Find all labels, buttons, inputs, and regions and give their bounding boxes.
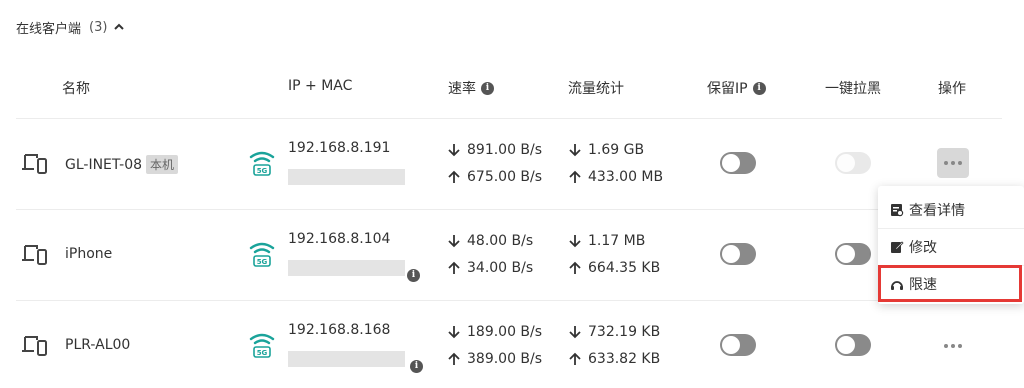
arrow-down-icon bbox=[569, 235, 581, 248]
reserve-ip-toggle[interactable] bbox=[720, 152, 756, 174]
arrow-up-icon bbox=[448, 170, 460, 183]
edit-icon bbox=[891, 241, 904, 253]
col-reserve-ip: 保留IP i bbox=[707, 78, 766, 98]
arrow-up-icon bbox=[569, 261, 581, 274]
mac-info[interactable]: i bbox=[410, 353, 423, 373]
more-icon bbox=[944, 161, 962, 165]
upload-traffic: 664.35 KB bbox=[568, 260, 660, 276]
col-actions: 操作 bbox=[938, 81, 966, 97]
arrow-up-icon bbox=[448, 261, 460, 274]
download-traffic: 1.69 GB bbox=[568, 142, 644, 158]
ip-address: 192.168.8.168 bbox=[288, 322, 391, 338]
info-icon[interactable]: i bbox=[481, 81, 494, 95]
block-toggle[interactable] bbox=[835, 243, 871, 265]
device-icon bbox=[22, 245, 47, 265]
section-title: 在线客户端 bbox=[16, 21, 82, 37]
info-icon[interactable]: i bbox=[410, 359, 423, 373]
upload-traffic: 633.82 KB bbox=[568, 351, 660, 367]
col-name: 名称 bbox=[62, 81, 90, 97]
reserve-ip-toggle[interactable] bbox=[720, 243, 756, 265]
device-icon bbox=[22, 336, 47, 356]
mac-address-redacted bbox=[288, 260, 405, 276]
upload-rate: 389.00 B/s bbox=[447, 351, 542, 367]
arrow-up-icon bbox=[448, 352, 460, 365]
client-count: (3) bbox=[89, 19, 108, 35]
device-name-text: PLR-AL00 bbox=[65, 337, 131, 353]
col-block: 一键拉黑 bbox=[825, 81, 881, 97]
device-name: iPhone bbox=[65, 246, 112, 262]
more-icon bbox=[944, 344, 962, 348]
device-name: GL-INET-08 本机 bbox=[65, 155, 179, 174]
more-actions-button[interactable] bbox=[937, 148, 969, 178]
mac-info[interactable]: i bbox=[407, 262, 420, 282]
info-icon[interactable]: i bbox=[752, 81, 766, 95]
menu-item-edit[interactable]: 修改 bbox=[878, 229, 1024, 265]
client-row: PLR-AL00 5G 192.168.8.168 i 189.00 B/s 3… bbox=[0, 301, 1024, 388]
block-toggle[interactable] bbox=[835, 334, 871, 356]
download-traffic: 1.17 MB bbox=[568, 233, 645, 249]
more-actions-button[interactable] bbox=[937, 331, 969, 361]
upload-traffic-value: 633.82 KB bbox=[588, 351, 661, 367]
device-icon bbox=[22, 154, 47, 174]
download-traffic-value: 1.17 MB bbox=[588, 233, 646, 249]
upload-traffic-value: 664.35 KB bbox=[588, 260, 661, 276]
client-row: GL-INET-08 本机 5G 192.168.8.191 891.00 B/… bbox=[0, 119, 1024, 209]
download-rate: 891.00 B/s bbox=[447, 142, 542, 158]
highlight-box bbox=[878, 265, 1022, 302]
arrow-down-icon bbox=[448, 235, 460, 248]
band-label: 5G bbox=[257, 258, 268, 266]
menu-item-label: 修改 bbox=[909, 240, 937, 256]
info-icon[interactable]: i bbox=[407, 268, 420, 282]
reserve-ip-toggle[interactable] bbox=[720, 334, 756, 356]
download-rate-value: 891.00 B/s bbox=[467, 142, 543, 158]
upload-rate-value: 34.00 B/s bbox=[467, 260, 534, 276]
mac-address-redacted bbox=[288, 169, 405, 185]
col-traffic: 流量统计 bbox=[568, 81, 624, 97]
download-rate-value: 48.00 B/s bbox=[467, 233, 534, 249]
arrow-down-icon bbox=[569, 144, 581, 157]
local-device-badge: 本机 bbox=[146, 155, 179, 174]
details-icon bbox=[891, 204, 904, 217]
download-rate-value: 189.00 B/s bbox=[467, 324, 543, 340]
arrow-down-icon bbox=[448, 144, 460, 157]
col-rate: 速率 i bbox=[448, 78, 494, 98]
arrow-down-icon bbox=[448, 326, 460, 339]
download-rate: 189.00 B/s bbox=[447, 324, 542, 340]
device-name: PLR-AL00 bbox=[65, 337, 130, 353]
arrow-down-icon bbox=[569, 326, 581, 339]
chevron-up-icon[interactable] bbox=[113, 21, 125, 33]
col-reserve-ip-label: 保留IP bbox=[707, 81, 748, 97]
download-traffic-value: 1.69 GB bbox=[588, 142, 645, 158]
mac-address-redacted bbox=[288, 351, 405, 367]
device-name-text: iPhone bbox=[65, 246, 113, 262]
arrow-up-icon bbox=[569, 170, 581, 183]
band-label: 5G bbox=[257, 349, 268, 357]
download-traffic-value: 732.19 KB bbox=[588, 324, 661, 340]
ip-address: 192.168.8.191 bbox=[288, 140, 391, 156]
upload-traffic-value: 433.00 MB bbox=[588, 169, 664, 185]
arrow-up-icon bbox=[569, 352, 581, 365]
col-ip-mac: IP + MAC bbox=[288, 78, 353, 94]
ip-address: 192.168.8.104 bbox=[288, 231, 391, 247]
download-rate: 48.00 B/s bbox=[447, 233, 533, 249]
wifi-5g-icon: 5G bbox=[249, 333, 275, 358]
online-clients-header[interactable]: 在线客户端 (3) bbox=[16, 17, 125, 37]
block-toggle bbox=[835, 152, 871, 174]
wifi-5g-icon: 5G bbox=[249, 151, 275, 176]
device-name-text: GL-INET-08 bbox=[65, 156, 143, 173]
upload-rate-value: 389.00 B/s bbox=[467, 351, 543, 367]
wifi-5g-icon: 5G bbox=[249, 242, 275, 267]
menu-item-label: 查看详情 bbox=[909, 203, 965, 219]
client-row: iPhone 5G 192.168.8.104 i 48.00 B/s 34.0… bbox=[0, 210, 1024, 300]
upload-rate: 675.00 B/s bbox=[447, 169, 542, 185]
download-traffic: 732.19 KB bbox=[568, 324, 660, 340]
upload-rate: 34.00 B/s bbox=[447, 260, 533, 276]
col-rate-label: 速率 bbox=[448, 81, 476, 97]
upload-traffic: 433.00 MB bbox=[568, 169, 663, 185]
menu-item-view-details[interactable]: 查看详情 bbox=[878, 192, 1024, 228]
upload-rate-value: 675.00 B/s bbox=[467, 169, 543, 185]
band-label: 5G bbox=[257, 167, 268, 175]
